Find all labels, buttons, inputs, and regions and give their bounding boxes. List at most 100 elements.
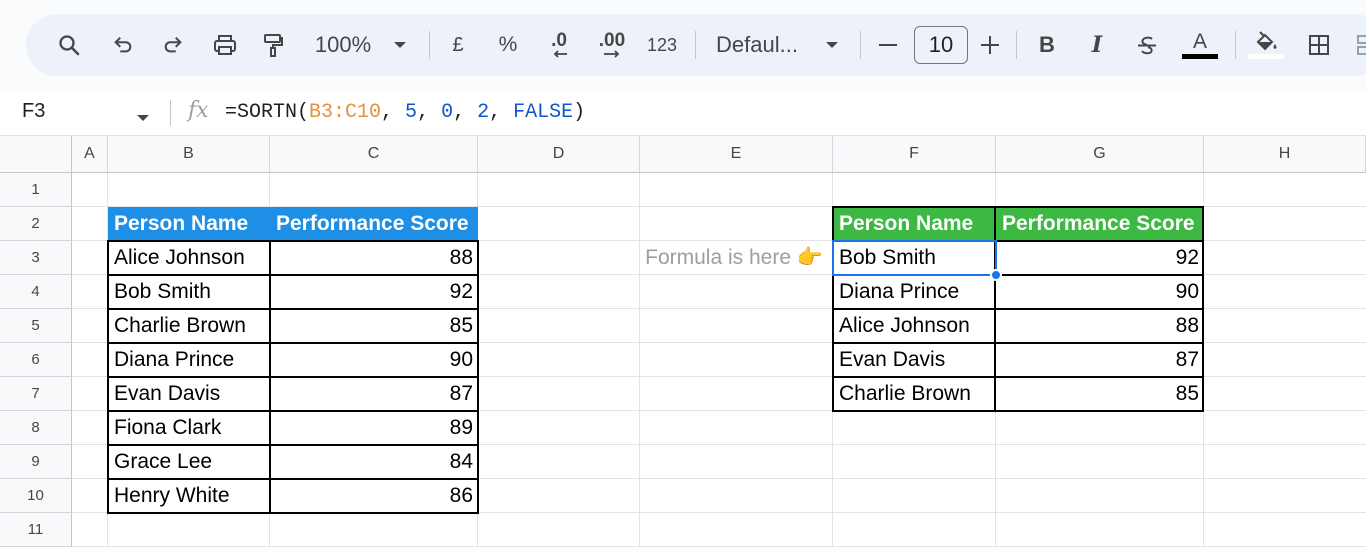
result-cell-score[interactable]: 87 [996, 343, 1204, 377]
bold-button[interactable]: B [1036, 14, 1058, 76]
name-box[interactable]: F3 [22, 100, 45, 123]
source-cell-name[interactable]: Evan Davis [108, 377, 270, 411]
source-table-border [107, 308, 479, 310]
row-header-9[interactable]: 9 [0, 445, 72, 479]
source-table-border [107, 410, 479, 412]
currency-format-button[interactable]: £ [446, 14, 470, 76]
source-cell-score[interactable]: 85 [270, 309, 478, 343]
source-table-border [107, 478, 479, 480]
source-cell-score[interactable]: 84 [270, 445, 478, 479]
formula-separator: , [489, 101, 514, 124]
source-cell-score[interactable]: 86 [270, 479, 478, 513]
row-header-5[interactable]: 5 [0, 309, 72, 343]
source-cell-name[interactable]: Charlie Brown [108, 309, 270, 343]
borders-icon[interactable] [1306, 14, 1332, 76]
fill-color-swatch [1248, 54, 1284, 59]
arrow-left-icon [553, 50, 567, 58]
arrow-right-icon [604, 50, 620, 58]
result-header-score[interactable]: Performance Score [996, 207, 1204, 241]
strikethrough-icon[interactable] [1134, 14, 1160, 76]
row-header-11[interactable]: 11 [0, 513, 72, 547]
formula-bar: F3 fx =SORTN(B3:C10, 5, 0, 2, FALSE) [0, 90, 1366, 136]
zoom-value[interactable]: 100% [310, 14, 376, 76]
source-cell-name[interactable]: Henry White [108, 479, 270, 513]
source-cell-name[interactable]: Fiona Clark [108, 411, 270, 445]
fill-handle[interactable] [990, 269, 1002, 281]
increase-decimal-label: .00 [598, 30, 626, 51]
fill-color-icon[interactable] [1246, 14, 1286, 76]
column-header-c[interactable]: C [270, 136, 478, 173]
row-header-1[interactable]: 1 [0, 173, 72, 207]
column-header-f[interactable]: F [833, 136, 996, 173]
column-header-b[interactable]: B [108, 136, 270, 173]
result-cell-score[interactable]: 85 [996, 377, 1204, 411]
minus-icon[interactable] [876, 14, 900, 76]
source-header-score[interactable]: Performance Score [270, 207, 478, 241]
result-table-border [832, 308, 1204, 310]
increase-decimal-button[interactable]: .00 [594, 14, 630, 76]
source-cell-name[interactable]: Diana Prince [108, 343, 270, 377]
source-cell-score[interactable]: 89 [270, 411, 478, 445]
row-header-2[interactable]: 2 [0, 207, 72, 241]
text-color-icon[interactable]: A [1180, 14, 1220, 76]
merge-cells-icon[interactable] [1356, 14, 1366, 76]
result-cell-name[interactable]: Charlie Brown [833, 377, 996, 411]
font-size-input[interactable]: 10 [914, 26, 968, 64]
column-header-e[interactable]: E [640, 136, 833, 173]
chevron-down-icon[interactable] [822, 14, 842, 76]
redo-icon[interactable] [158, 14, 188, 76]
column-header-g[interactable]: G [996, 136, 1204, 173]
font-family-select[interactable]: Defaul... [716, 14, 808, 76]
toolbar-divider [429, 31, 430, 59]
row-header-4[interactable]: 4 [0, 275, 72, 309]
search-icon[interactable] [54, 14, 84, 76]
chevron-down-icon[interactable] [390, 14, 410, 76]
result-table-border [832, 342, 1204, 344]
column-header-h[interactable]: H [1204, 136, 1366, 173]
source-cell-score[interactable]: 88 [270, 241, 478, 275]
decrease-decimal-button[interactable]: .0 [542, 14, 576, 76]
formula-input[interactable]: =SORTN(B3:C10, 5, 0, 2, FALSE) [225, 101, 585, 124]
result-cell-score[interactable]: 90 [996, 275, 1204, 309]
source-cell-name[interactable]: Bob Smith [108, 275, 270, 309]
source-table-border [107, 274, 479, 276]
source-table-border [107, 444, 479, 446]
formula-suffix: ) [573, 101, 586, 124]
toolbar-area: 100% £ % .0 .00 123 Defaul... 10 B I A [0, 0, 1366, 90]
row-header-3[interactable]: 3 [0, 241, 72, 275]
decrease-decimal-label: .0 [551, 30, 567, 51]
source-table-border [107, 342, 479, 344]
formula-arg-n: 5 [405, 101, 418, 124]
source-cell-score[interactable]: 87 [270, 377, 478, 411]
print-icon[interactable] [208, 14, 242, 76]
percent-format-button[interactable]: % [496, 14, 520, 76]
column-header-a[interactable]: A [72, 136, 108, 173]
result-cell-score[interactable]: 92 [996, 241, 1204, 275]
source-cell-score[interactable]: 92 [270, 275, 478, 309]
source-cell-name[interactable]: Grace Lee [108, 445, 270, 479]
row-header-7[interactable]: 7 [0, 377, 72, 411]
formula-prefix: =SORTN( [225, 101, 310, 124]
undo-icon[interactable] [108, 14, 138, 76]
result-cell-name[interactable]: Evan Davis [833, 343, 996, 377]
row-header-8[interactable]: 8 [0, 411, 72, 445]
result-header-name[interactable]: Person Name [833, 207, 996, 241]
source-header-name[interactable]: Person Name [108, 207, 270, 241]
result-table-border [832, 376, 1204, 378]
row-header-10[interactable]: 10 [0, 479, 72, 513]
plus-icon[interactable] [978, 14, 1002, 76]
result-cell-name[interactable]: Diana Prince [833, 275, 996, 309]
result-cell-score[interactable]: 88 [996, 309, 1204, 343]
column-header-d[interactable]: D [478, 136, 640, 173]
source-cell-name[interactable]: Alice Johnson [108, 241, 270, 275]
row-header-6[interactable]: 6 [0, 343, 72, 377]
result-cell-name[interactable]: Bob Smith [833, 241, 996, 275]
result-cell-name[interactable]: Alice Johnson [833, 309, 996, 343]
formula-note[interactable]: Formula is here 👉 [640, 241, 833, 275]
paint-format-icon[interactable] [258, 14, 288, 76]
source-cell-score[interactable]: 90 [270, 343, 478, 377]
select-all-corner[interactable] [0, 136, 72, 173]
number-format-button[interactable]: 123 [644, 14, 680, 76]
italic-button[interactable]: I [1086, 14, 1108, 76]
chevron-down-icon[interactable] [136, 109, 150, 127]
